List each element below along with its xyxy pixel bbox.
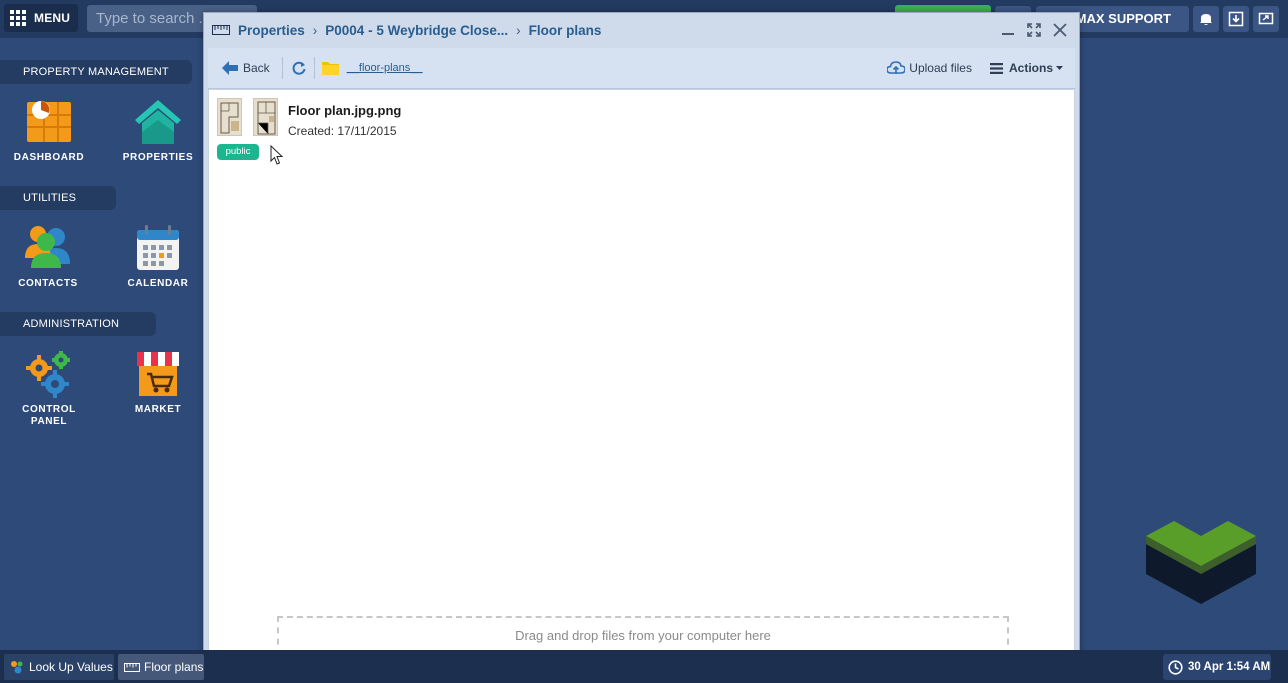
ruler-icon: [212, 25, 230, 35]
house-icon: [135, 100, 181, 144]
grid-icon: [10, 10, 26, 26]
hamburger-icon: [989, 62, 1003, 74]
task-look-up-values[interactable]: Look Up Values: [4, 654, 114, 680]
task-label: Look Up Values: [29, 660, 113, 674]
dashboard-tile[interactable]: DASHBOARD: [1, 98, 97, 164]
calendar-icon: [137, 225, 179, 270]
clock-icon: [1168, 659, 1183, 675]
upload-files-label: Upload files: [909, 61, 972, 75]
contacts-label: CONTACTS: [18, 278, 78, 289]
folder-icon: [321, 62, 339, 75]
toolbar-divider: [313, 57, 315, 79]
fullscreen-icon[interactable]: [1253, 6, 1279, 32]
properties-label: PROPERTIES: [122, 152, 194, 163]
close-icon[interactable]: [1047, 20, 1073, 40]
maximize-icon[interactable]: [1021, 20, 1047, 40]
dashboard-label: DASHBOARD: [13, 152, 85, 163]
task-label: Floor plans: [144, 660, 204, 674]
taskbar: Look Up Values Floor plans 30 Apr 1:54 A…: [0, 650, 1288, 683]
menu-button[interactable]: MENU: [4, 4, 78, 32]
brand-logo: [1146, 518, 1256, 609]
public-badge[interactable]: public: [217, 144, 259, 160]
folder-label[interactable]: __floor-plans__: [347, 62, 423, 74]
control-panel-tile[interactable]: CONTROL PANEL: [1, 350, 97, 428]
download-icon[interactable]: [1223, 6, 1249, 32]
breadcrumb-property[interactable]: P0004 - 5 Weybridge Close...: [325, 23, 508, 38]
dashboard-icon: [27, 101, 71, 142]
properties-tile[interactable]: PROPERTIES: [110, 98, 206, 164]
breadcrumb-separator: ›: [516, 22, 521, 38]
gears-icon: [11, 661, 23, 674]
mouse-cursor: [270, 144, 284, 170]
market-tile[interactable]: MARKET: [110, 350, 206, 416]
clock[interactable]: 30 Apr 1:54 AM: [1163, 654, 1271, 680]
gears-icon: [26, 351, 70, 398]
market-icon: [137, 352, 179, 396]
calendar-tile[interactable]: CALENDAR: [110, 224, 206, 290]
control-panel-label: CONTROL PANEL: [22, 404, 76, 427]
toolbar-divider: [281, 57, 283, 79]
window-controls: [995, 20, 1073, 40]
back-label: Back: [243, 61, 270, 75]
file-list-panel: Floor plan.jpg.png Created: 17/11/2015 p…: [208, 89, 1075, 669]
arrow-left-icon: [222, 61, 238, 75]
folder-breadcrumb[interactable]: __floor-plans__: [321, 61, 423, 75]
breadcrumb-floor-plans: Floor plans: [528, 22, 602, 38]
people-icon: [25, 226, 70, 268]
section-property-management: PROPERTY MANAGEMENT: [0, 60, 192, 84]
back-button[interactable]: Back: [222, 61, 270, 75]
refresh-icon[interactable]: [292, 61, 306, 75]
file-created: Created: 17/11/2015: [288, 124, 397, 138]
created-date: 17/11/2015: [337, 124, 397, 138]
floor-plan-thumbnail[interactable]: [217, 98, 242, 136]
menu-label: MENU: [34, 11, 71, 25]
minimize-icon[interactable]: [995, 20, 1021, 40]
section-administration: ADMINISTRATION: [0, 312, 156, 336]
contacts-tile[interactable]: CONTACTS: [0, 224, 96, 290]
upload-files-button[interactable]: Upload files: [887, 61, 972, 75]
market-label: MARKET: [134, 404, 182, 415]
section-utilities: UTILITIES: [0, 186, 116, 210]
floor-plans-window: Properties › P0004 - 5 Weybridge Close..…: [203, 12, 1080, 674]
window-titlebar: Properties › P0004 - 5 Weybridge Close..…: [204, 13, 1079, 47]
breadcrumb-separator: ›: [312, 22, 318, 38]
caret-down-icon: [1056, 66, 1063, 70]
cloud-upload-icon: [887, 61, 906, 74]
window-toolbar: Back __floor-plans__ Upload files Action…: [208, 48, 1075, 89]
actions-label: Actions: [1008, 61, 1053, 75]
bell-icon[interactable]: [1193, 6, 1219, 32]
calendar-label: CALENDAR: [127, 278, 189, 289]
task-floor-plans[interactable]: Floor plans: [118, 654, 204, 680]
file-name[interactable]: Floor plan.jpg.png: [288, 103, 401, 118]
breadcrumb-properties[interactable]: Properties: [238, 23, 305, 38]
floor-plan-thumbnail[interactable]: [253, 98, 278, 136]
actions-dropdown[interactable]: Actions: [989, 61, 1063, 75]
clock-text: 30 Apr 1:54 AM: [1188, 661, 1271, 673]
ruler-icon: [124, 662, 140, 672]
created-label: Created:: [288, 124, 335, 138]
